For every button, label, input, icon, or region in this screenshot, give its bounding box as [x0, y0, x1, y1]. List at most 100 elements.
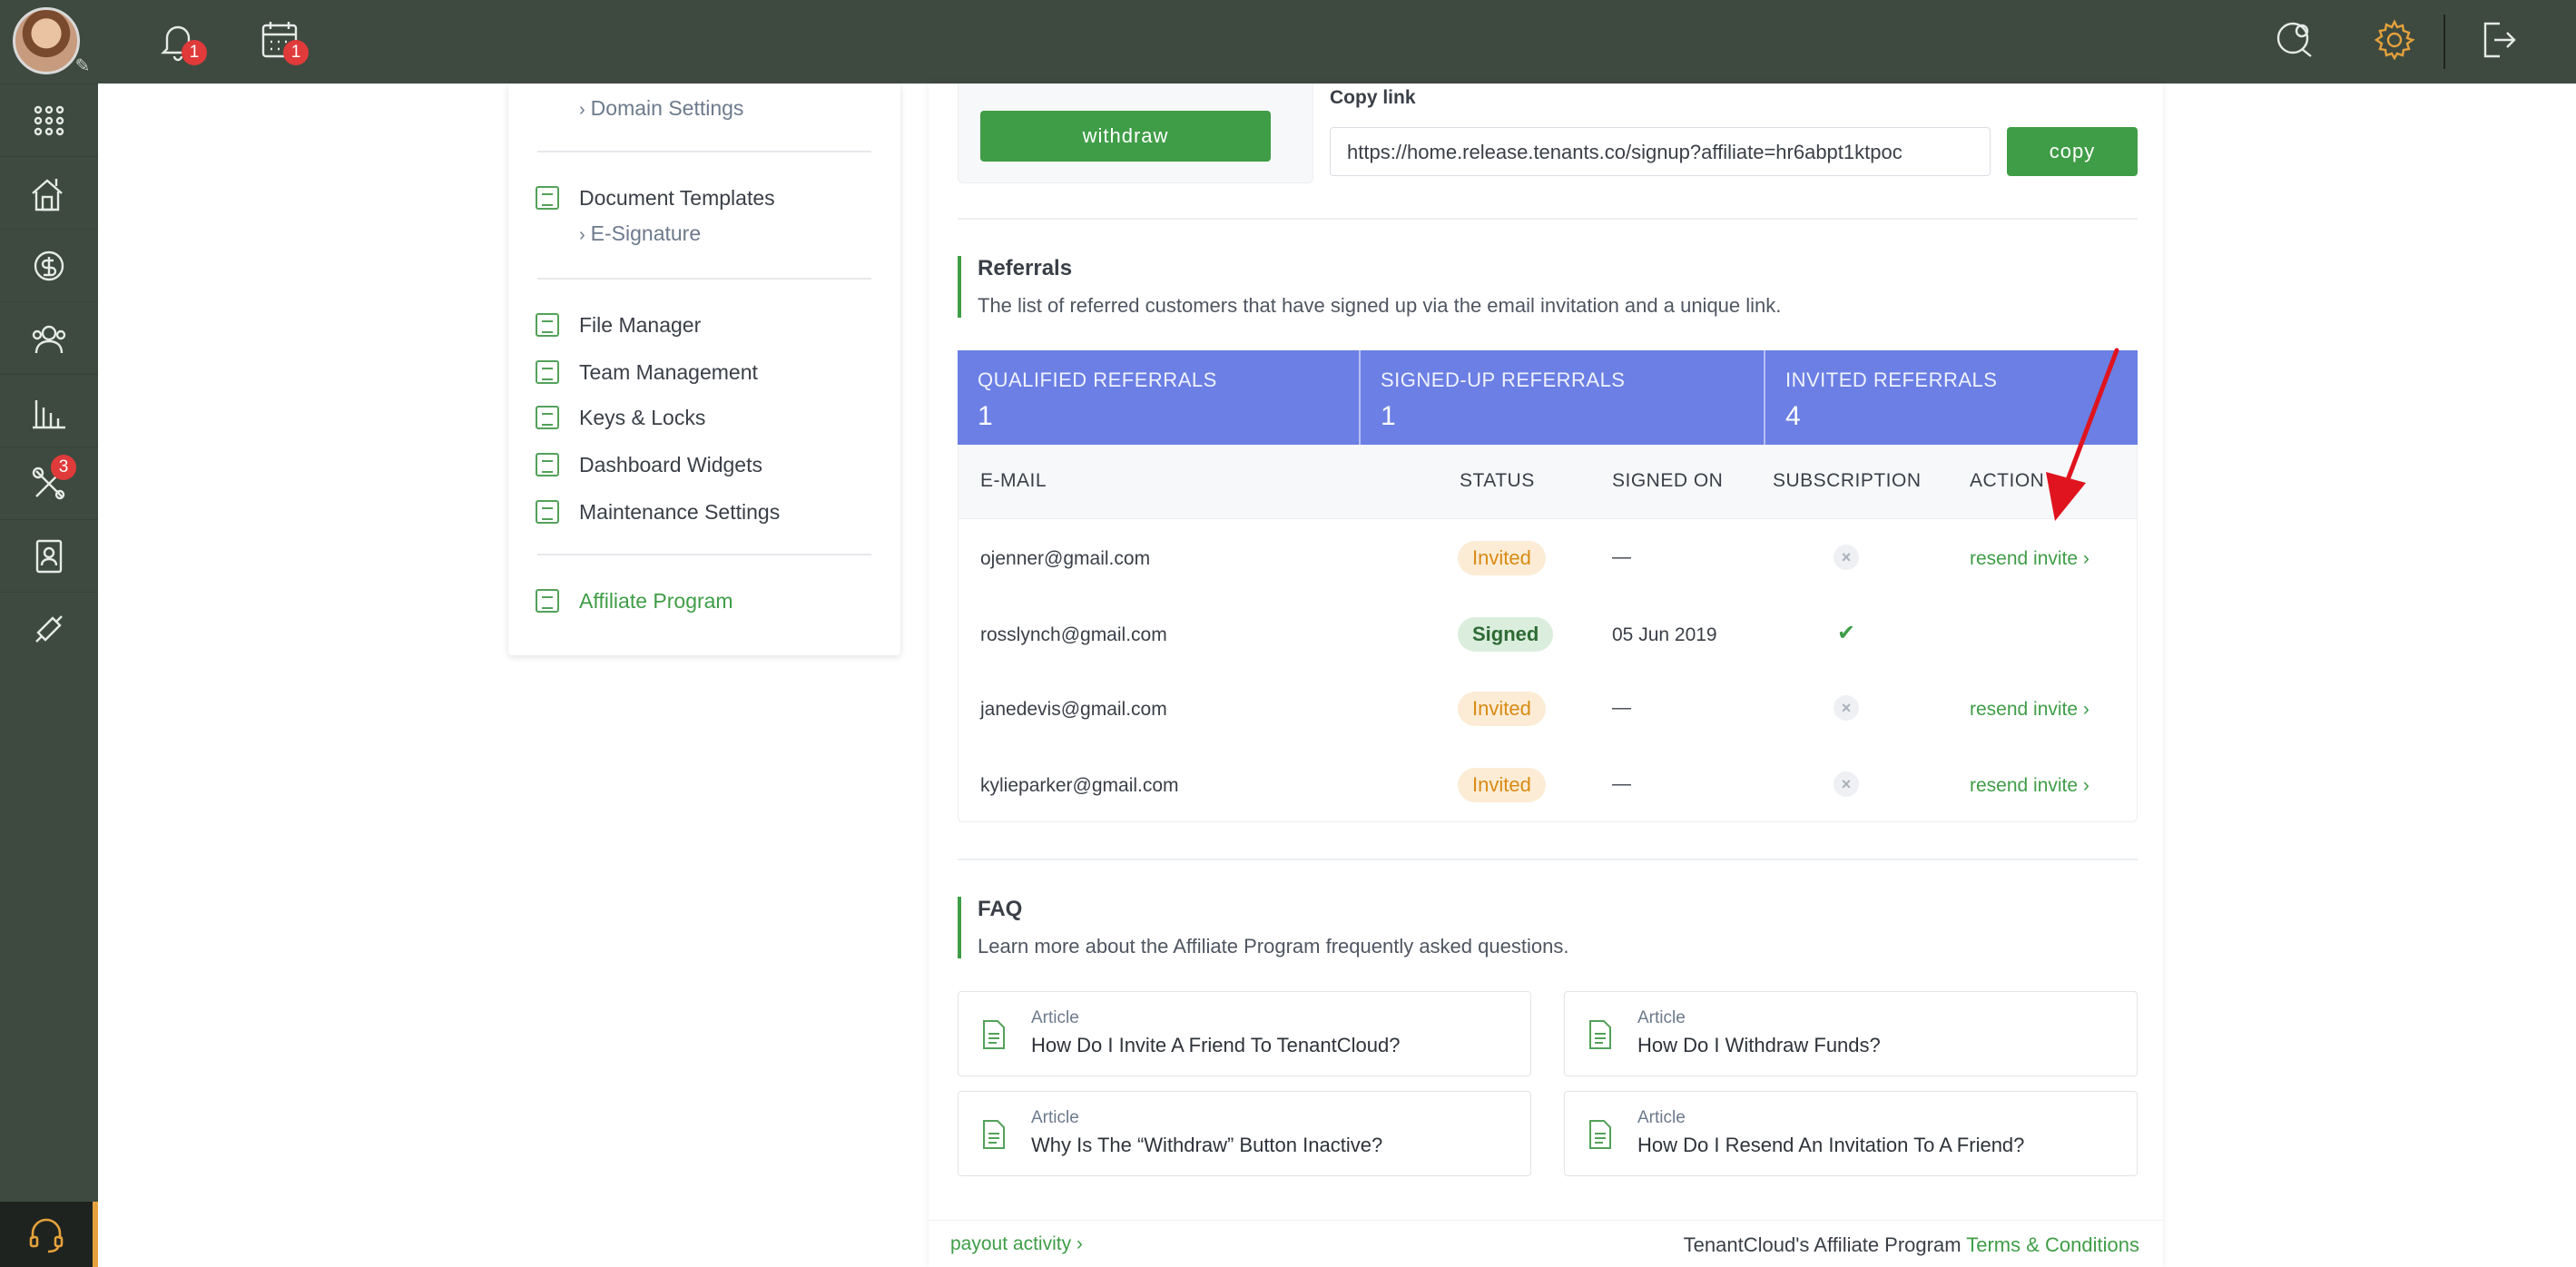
rail-apps[interactable]: [0, 83, 98, 156]
status-badge: Signed: [1458, 617, 1554, 652]
subscription-no-icon: ×: [1834, 695, 1859, 721]
nav-file-manager[interactable]: File Manager: [536, 310, 701, 339]
logout-button[interactable]: [2474, 16, 2525, 67]
affiliate-link-field[interactable]: https://home.release.tenants.co/signup?a…: [1330, 127, 1991, 176]
rail-people[interactable]: [0, 301, 98, 374]
row-email: rosslynch@gmail.com: [980, 624, 1167, 645]
chevron-right-icon: ›: [579, 100, 585, 120]
row-signed-on: —: [1612, 697, 1631, 718]
terms-link[interactable]: Terms & Conditions: [1966, 1233, 2139, 1256]
row-email: kylieparker@gmail.com: [980, 775, 1179, 796]
nav-dashboard-widgets[interactable]: Dashboard Widgets: [536, 450, 762, 479]
calendar-button[interactable]: 1: [256, 16, 309, 67]
faq-article[interactable]: Article How Do I Withdraw Funds?: [1564, 991, 2138, 1076]
rail-maintenance[interactable]: 3: [0, 447, 98, 519]
faq-title: FAQ: [978, 897, 1023, 921]
status-badge: Invited: [1458, 692, 1546, 726]
row-signed-on: —: [1612, 773, 1631, 794]
nav-team-management[interactable]: Team Management: [536, 358, 758, 387]
rail-integrations[interactable]: [0, 592, 98, 664]
rail-reports[interactable]: [0, 374, 98, 447]
pin-icon: ✎: [74, 56, 91, 76]
team-icon: [536, 360, 559, 384]
subscription-no-icon: ×: [1834, 771, 1859, 797]
faq-header: FAQ Learn more about the Affiliate Progr…: [958, 897, 1568, 958]
affiliate-content: withdraw Copy link https://home.release.…: [929, 83, 2163, 1267]
referrals-description: The list of referred customers that have…: [978, 294, 1782, 317]
folder-icon: [536, 313, 559, 337]
row-signed-on: 05 Jun 2019: [1612, 624, 1717, 645]
section-divider: [958, 859, 2138, 860]
integrations-icon: [35, 614, 63, 643]
support-button[interactable]: [0, 1202, 98, 1267]
nav-maintenance-settings[interactable]: Maintenance Settings: [536, 497, 780, 526]
affiliate-icon: [536, 589, 559, 613]
row-email: ojenner@gmail.com: [980, 548, 1151, 569]
key-icon: [536, 406, 559, 429]
settings-button[interactable]: [2371, 16, 2422, 67]
gear-icon: [2374, 19, 2415, 61]
stat-qualified: QUALIFIED REFERRALS 1: [978, 368, 1217, 431]
document-icon: [536, 186, 559, 210]
resend-invite-link[interactable]: resend invite ›: [1970, 548, 2089, 570]
row-email: janedevis@gmail.com: [980, 699, 1167, 720]
nav-e-signature[interactable]: › E-Signature: [579, 221, 701, 246]
payout-activity-link[interactable]: payout activity ›: [950, 1233, 1083, 1255]
annotation-arrow-icon: [2046, 348, 2119, 521]
notifications-badge: 1: [182, 40, 207, 65]
headset-icon: [29, 1218, 64, 1253]
faq-article[interactable]: Article How Do I Invite A Friend To Tena…: [958, 991, 1531, 1076]
content-footer: payout activity › TenantCloud's Affiliat…: [929, 1220, 2163, 1267]
section-divider: [958, 218, 2138, 220]
rail-applications[interactable]: [0, 519, 98, 592]
withdraw-button[interactable]: withdraw: [980, 111, 1271, 162]
notifications-button[interactable]: 1: [154, 16, 207, 67]
table-row: kylieparker@gmail.com Invited — × resend…: [959, 748, 2137, 824]
nav-domain-settings[interactable]: › Domain Settings: [579, 96, 743, 121]
table-row: rosslynch@gmail.com Signed 05 Jun 2019 ✔: [959, 597, 2137, 673]
copy-button[interactable]: copy: [2007, 127, 2138, 176]
faq-article[interactable]: Article Why Is The “Withdraw” Button Ina…: [958, 1091, 1531, 1176]
resend-invite-link[interactable]: resend invite ›: [1970, 699, 2089, 721]
rail-properties[interactable]: [0, 156, 98, 229]
reports-icon: [33, 399, 65, 428]
chat-button[interactable]: [2271, 16, 2322, 67]
wrench-icon: [536, 500, 559, 524]
document-icon: [1589, 1020, 1611, 1049]
subscription-check-icon: ✔: [1836, 621, 1856, 645]
col-signed-on: SIGNED ON: [1612, 470, 1724, 491]
referrals-title: Referrals: [978, 256, 1073, 280]
terms-text: TenantCloud's Affiliate Program Terms & …: [1683, 1233, 2139, 1256]
nav-affiliate-program[interactable]: Affiliate Program: [536, 586, 733, 615]
topbar-divider: [2443, 15, 2445, 69]
referrals-header: Referrals The list of referred customers…: [958, 256, 1781, 318]
faq-article[interactable]: Article How Do I Resend An Invitation To…: [1564, 1091, 2138, 1176]
col-email: E-MAIL: [980, 470, 1047, 491]
stat-signed-up: SIGNED-UP REFERRALS 1: [1359, 350, 1764, 445]
nav-divider: [537, 151, 871, 152]
referrals-table: E-MAIL STATUS SIGNED ON SUBSCRIPTION ACT…: [958, 445, 2138, 822]
row-signed-on: —: [1612, 546, 1631, 567]
nav-document-templates[interactable]: Document Templates: [536, 183, 775, 212]
resend-invite-link[interactable]: resend invite ›: [1970, 775, 2089, 797]
nav-divider: [537, 554, 871, 555]
table-header: E-MAIL STATUS SIGNED ON SUBSCRIPTION ACT…: [959, 445, 2137, 519]
col-subscription: SUBSCRIPTION: [1773, 470, 1922, 491]
copy-link-label: Copy link: [1330, 87, 1416, 108]
document-icon: [983, 1020, 1005, 1049]
avatar[interactable]: [13, 7, 80, 74]
top-bar: 1 1: [98, 0, 2576, 83]
left-rail: ✎ 3: [0, 0, 98, 1267]
table-row: janedevis@gmail.com Invited — × resend i…: [959, 672, 2137, 748]
referral-stats: QUALIFIED REFERRALS 1 SIGNED-UP REFERRAL…: [958, 350, 2138, 445]
apps-grid-icon: [34, 105, 64, 135]
table-row: ojenner@gmail.com Invited — × resend inv…: [959, 521, 2137, 597]
status-badge: Invited: [1458, 541, 1546, 575]
rail-accounting[interactable]: [0, 229, 98, 301]
properties-icon: [32, 178, 63, 211]
nav-divider: [537, 278, 871, 280]
calendar-badge: 1: [283, 40, 309, 65]
chat-icon: [2276, 22, 2312, 57]
nav-keys-locks[interactable]: Keys & Locks: [536, 403, 705, 432]
applications-icon: [35, 539, 63, 573]
